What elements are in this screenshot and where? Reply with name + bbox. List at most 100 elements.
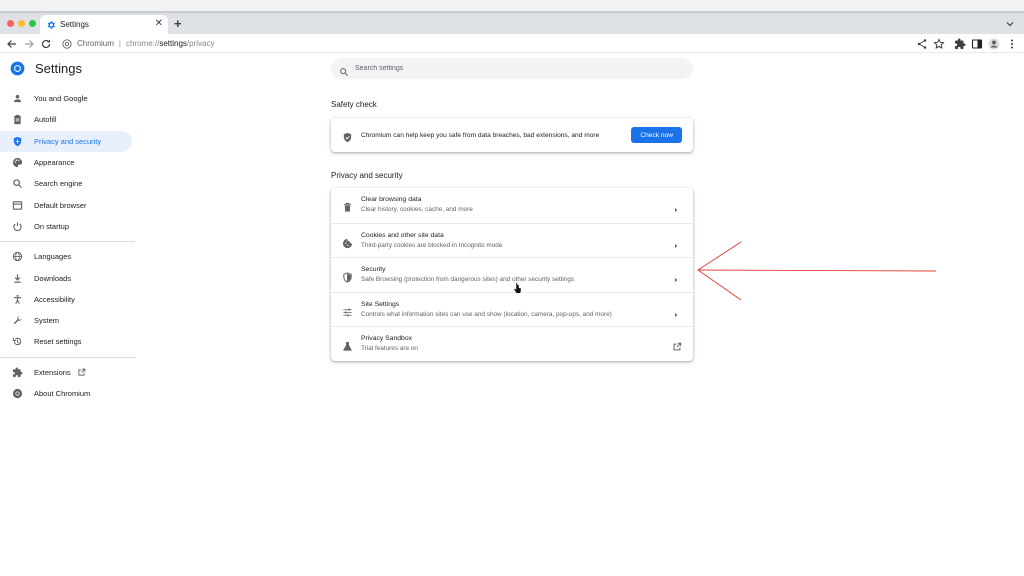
search-icon bbox=[339, 64, 349, 76]
row-text: Security Safe Browsing (protection from … bbox=[361, 265, 574, 285]
sidebar-item-reset-settings[interactable]: Reset settings bbox=[0, 331, 135, 352]
sidebar-item-label: You and Google bbox=[34, 94, 88, 104]
sidebar-item-autofill[interactable]: Autofill bbox=[0, 109, 135, 130]
power-icon bbox=[12, 221, 23, 232]
row-text: Clear browsing data Clear history, cooki… bbox=[361, 195, 473, 215]
sidebar-item-privacy-and-security[interactable]: Privacy and security bbox=[0, 130, 132, 152]
close-window-button[interactable] bbox=[7, 20, 14, 27]
maximize-window-button[interactable] bbox=[29, 20, 36, 27]
chevron-right-icon bbox=[672, 306, 680, 317]
minimize-window-button[interactable] bbox=[18, 20, 25, 27]
url-scheme: chrome:// bbox=[125, 39, 160, 48]
profile-avatar-icon[interactable] bbox=[988, 37, 1000, 50]
row-privacy-sandbox[interactable]: Privacy Sandbox Trial features are on bbox=[331, 326, 693, 361]
address-bar[interactable]: Chromium | chrome://settings/privacy bbox=[58, 36, 358, 51]
sidebar-item-label: Default browser bbox=[34, 200, 87, 210]
sidebar-item-about-chromium[interactable]: About Chromium bbox=[0, 383, 135, 404]
security-shield-icon bbox=[342, 270, 353, 283]
cookie-icon bbox=[342, 236, 353, 248]
bookmark-star-icon[interactable] bbox=[933, 37, 945, 49]
check-now-button[interactable]: Check now bbox=[631, 127, 682, 143]
mouse-cursor-icon bbox=[513, 282, 522, 294]
url-host: settings bbox=[159, 39, 187, 48]
sidebar-item-default-browser[interactable]: Default browser bbox=[0, 194, 135, 215]
new-tab-button[interactable]: + bbox=[174, 16, 182, 32]
search-input[interactable] bbox=[355, 65, 655, 72]
row-title: Clear browsing data bbox=[361, 196, 422, 203]
sidebar-item-system[interactable]: System bbox=[0, 310, 135, 331]
row-subtitle: Trial features are on bbox=[361, 345, 418, 353]
browser-icon bbox=[12, 200, 23, 211]
search-bar[interactable] bbox=[331, 58, 693, 79]
sidebar-item-languages[interactable]: Languages bbox=[0, 246, 135, 267]
chevron-right-icon bbox=[672, 201, 680, 212]
kebab-menu-icon[interactable] bbox=[1006, 37, 1018, 49]
tab-settings[interactable]: Settings ✕ bbox=[40, 15, 168, 34]
back-arrow-icon[interactable] bbox=[6, 37, 18, 49]
sidebar-item-label: On startup bbox=[34, 221, 70, 231]
puzzle-icon bbox=[12, 367, 23, 378]
sidebar-item-label: Privacy and security bbox=[34, 136, 102, 146]
gear-icon bbox=[46, 20, 56, 30]
sidebar-item-extensions[interactable]: Extensions bbox=[0, 362, 135, 383]
chromium-site-icon bbox=[62, 38, 72, 49]
row-title: Cookies and other site data bbox=[361, 231, 444, 239]
browser-toolbar: Chromium | chrome://settings/privacy bbox=[0, 34, 1024, 53]
extensions-puzzle-icon[interactable] bbox=[954, 37, 966, 49]
tab-title: Settings bbox=[60, 20, 89, 29]
person-icon bbox=[12, 93, 23, 104]
shield-icon bbox=[12, 136, 23, 147]
omnibox-separator: | bbox=[118, 39, 121, 48]
sidebar-item-label: Autofill bbox=[34, 115, 57, 125]
sidebar-item-label: Search engine bbox=[34, 179, 83, 189]
row-cookies[interactable]: Cookies and other site data Third-party … bbox=[331, 222, 693, 258]
history-icon bbox=[12, 336, 23, 347]
row-subtitle: Safe Browsing (protection from dangerous… bbox=[361, 276, 575, 284]
chevron-down-icon[interactable] bbox=[1004, 17, 1016, 29]
window-top-strip bbox=[0, 0, 1024, 14]
side-panel-icon[interactable] bbox=[971, 37, 983, 49]
sidebar-item-label: About Chromium bbox=[34, 389, 91, 398]
flask-icon bbox=[342, 339, 353, 351]
omnibox-origin-label: Chromium bbox=[77, 39, 114, 48]
sidebar-item-appearance[interactable]: Appearance bbox=[0, 152, 135, 173]
sidebar-item-label: System bbox=[34, 316, 60, 326]
globe-icon bbox=[12, 251, 23, 262]
row-security[interactable]: Security Safe Browsing (protection from … bbox=[331, 257, 693, 292]
row-title: Privacy Sandbox bbox=[361, 335, 413, 343]
tab-bar: Settings ✕ + bbox=[0, 14, 1024, 34]
sidebar-item-you-and-google[interactable]: You and Google bbox=[0, 88, 135, 109]
row-site-settings[interactable]: Site Settings Controls what information … bbox=[331, 291, 693, 327]
safety-check-text: Chromium can help keep you safe from dat… bbox=[361, 131, 600, 139]
sliders-icon bbox=[342, 305, 353, 317]
row-subtitle: Third-party cookies are blocked in Incog… bbox=[361, 241, 503, 249]
safety-check-heading: Safety check bbox=[331, 100, 377, 109]
trash-icon bbox=[342, 200, 353, 212]
top-strip-line bbox=[0, 11, 1024, 13]
sidebar-divider bbox=[0, 356, 135, 358]
sidebar-item-on-startup[interactable]: On startup bbox=[0, 216, 135, 237]
sidebar-item-search-engine[interactable]: Search engine bbox=[0, 173, 135, 194]
safety-shield-icon bbox=[342, 130, 353, 142]
sidebar-item-label: Reset settings bbox=[34, 337, 82, 347]
row-text: Site Settings Controls what information … bbox=[361, 300, 612, 320]
privacy-security-card: Clear browsing data Clear history, cooki… bbox=[331, 188, 693, 361]
reload-icon[interactable] bbox=[40, 37, 52, 49]
row-title: Site Settings bbox=[361, 300, 400, 308]
download-icon bbox=[12, 273, 23, 284]
sidebar-item-label: Appearance bbox=[34, 158, 75, 168]
forward-arrow-icon[interactable] bbox=[23, 37, 35, 49]
share-icon[interactable] bbox=[916, 37, 928, 49]
accessibility-icon bbox=[12, 294, 23, 305]
page-title: Settings bbox=[35, 61, 82, 76]
open-in-new-icon bbox=[77, 368, 86, 377]
sidebar-item-accessibility[interactable]: Accessibility bbox=[0, 289, 135, 310]
palette-icon bbox=[12, 157, 23, 168]
url-path: /privacy bbox=[186, 39, 215, 48]
safety-check-card: Chromium can help keep you safe from dat… bbox=[331, 118, 693, 152]
close-tab-icon[interactable]: ✕ bbox=[155, 19, 163, 29]
sidebar-item-downloads[interactable]: Downloads bbox=[0, 267, 135, 288]
row-clear-browsing-data[interactable]: Clear browsing data Clear history, cooki… bbox=[331, 188, 693, 223]
open-in-new-icon bbox=[672, 339, 682, 351]
row-subtitle: Clear history, cookies, cache, and more bbox=[361, 206, 473, 213]
